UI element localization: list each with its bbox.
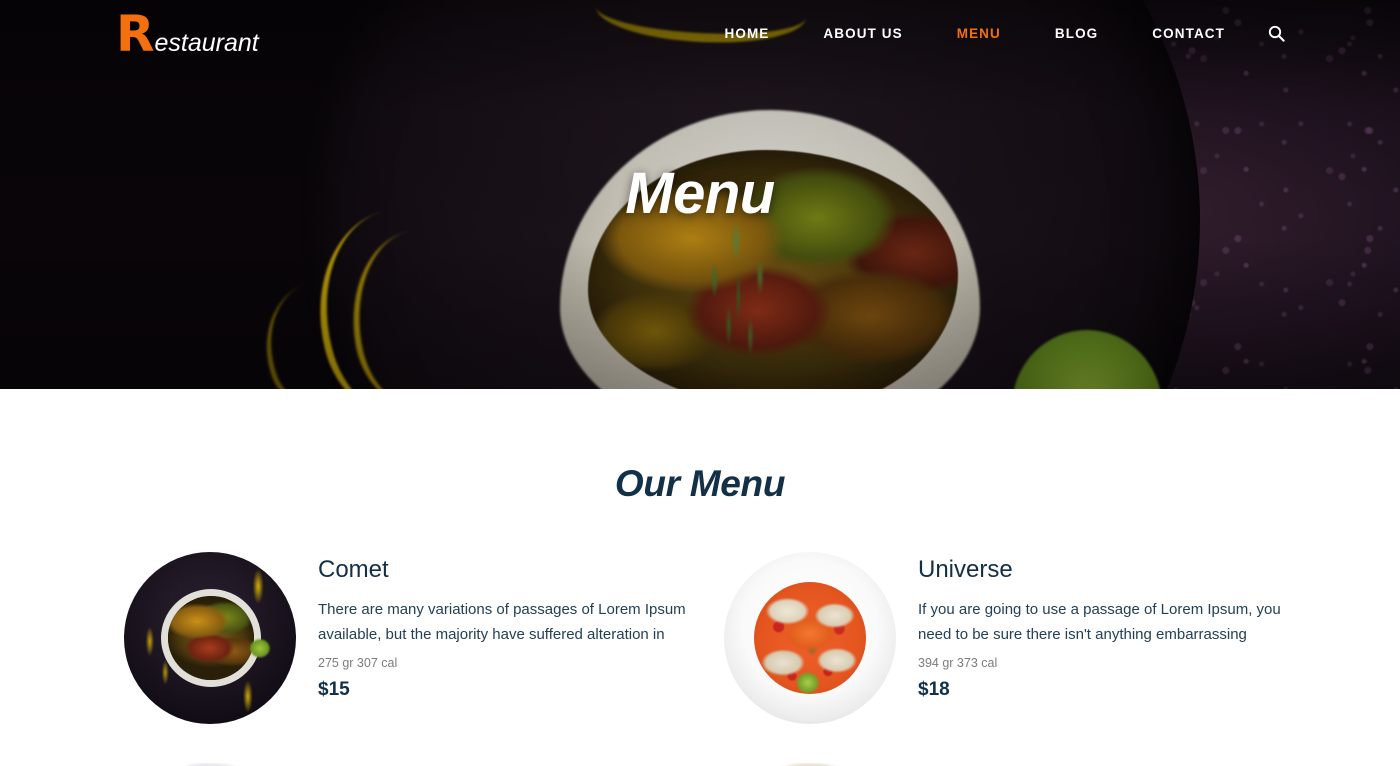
site-logo[interactable]: R estaurant [116,9,259,59]
dish-name: Universe [918,556,1013,583]
dish-image-wrap [124,552,296,737]
logo-initial: R [116,5,155,63]
dish-image-universe [724,552,896,724]
hero-banner: R estaurant HOME ABOUT US MENU BLOG CONT… [0,0,1400,389]
dish-description: If you are going to use a passage of Lor… [918,600,1281,643]
dish-image-comet [124,552,296,724]
nav-item-menu[interactable]: MENU [930,26,1028,41]
dish-description: There are many variations of passages of… [318,600,686,643]
dish-info: Comet There are many variations of passa… [318,552,702,701]
nav-item-about-us[interactable]: ABOUT US [796,26,929,41]
menu-item-comet[interactable]: Comet There are many variations of passa… [124,552,702,737]
dish-price: $18 [918,679,950,701]
dish-info: Universe If you are going to use a passa… [918,552,1302,701]
nav-item-contact[interactable]: CONTACT [1125,26,1252,41]
dish-price: $15 [318,679,350,701]
menu-grid: Comet There are many variations of passa… [0,552,1400,737]
hero-title: Menu [625,161,775,226]
section-title: Our Menu [614,463,786,504]
nav-item-blog[interactable]: BLOG [1028,26,1125,41]
search-icon[interactable] [1264,21,1288,45]
menu-item-universe[interactable]: Universe If you are going to use a passa… [724,552,1302,737]
site-header: R estaurant HOME ABOUT US MENU BLOG CONT… [0,0,1400,66]
dish-name: Comet [318,556,389,583]
dish-nutrition: 275 gr 307 cal [318,656,398,671]
logo-wordmark: estaurant [154,29,259,57]
menu-section: Our Menu Comet There are many variations… [0,463,1400,766]
main-navigation: HOME ABOUT US MENU BLOG CONTACT [698,0,1288,66]
dish-image-wrap [724,552,896,737]
dish-nutrition: 394 gr 373 cal [918,656,998,671]
nav-item-home[interactable]: HOME [698,26,797,41]
